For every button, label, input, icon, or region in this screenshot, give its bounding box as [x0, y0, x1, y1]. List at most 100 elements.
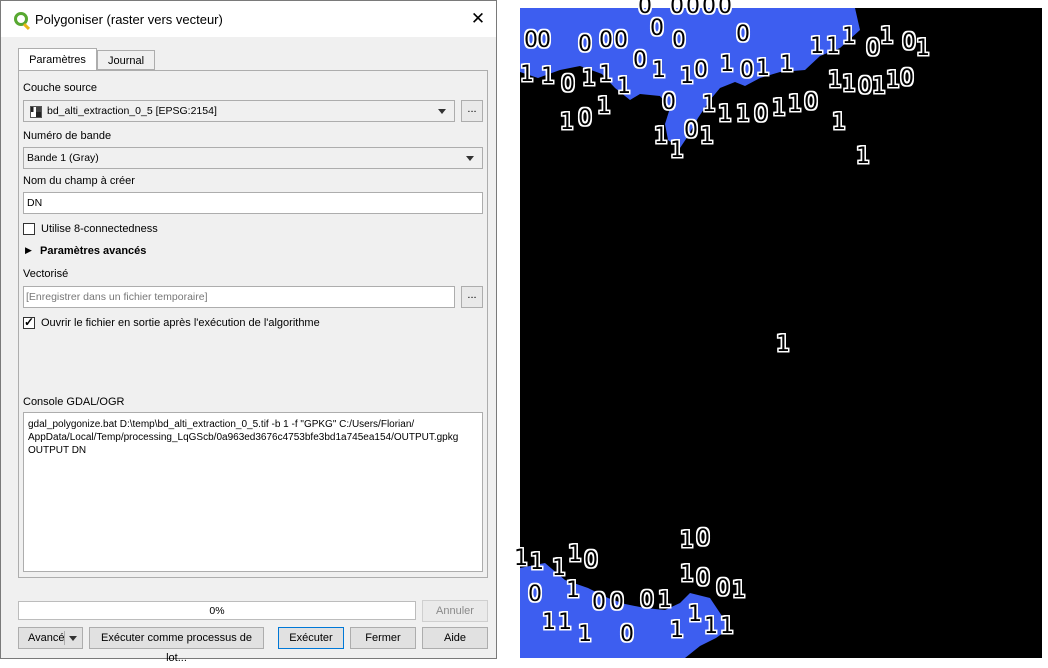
map-label: 1	[680, 562, 694, 587]
map-label: 1	[652, 58, 666, 83]
map-label: 0	[670, 0, 684, 19]
band-select[interactable]: Bande 1 (Gray)	[23, 147, 483, 169]
dialog-title: Polygoniser (raster vers vecteur)	[35, 12, 223, 27]
map-label: 0	[804, 90, 818, 115]
map-label: 0	[528, 582, 542, 607]
tab-parametres[interactable]: Paramètres	[18, 48, 97, 72]
open-output-label: Ouvrir le fichier en sortie après l'exéc…	[41, 317, 320, 329]
map-label: 1	[578, 622, 592, 647]
map-label: 1	[704, 614, 718, 639]
chevron-down-icon	[438, 109, 446, 114]
map-label: 0	[578, 32, 592, 57]
map-label: 0	[620, 622, 634, 647]
raster-layer-icon	[30, 106, 42, 118]
map-label: 0	[633, 48, 647, 73]
map-label: 1	[886, 68, 900, 93]
map-label: 0	[696, 526, 710, 551]
map-label: 0	[592, 590, 606, 615]
polygonise-dialog: Polygoniser (raster vers vecteur) ✕ Para…	[0, 0, 497, 664]
map-label: 0	[640, 588, 654, 613]
map-canvas[interactable]: 0 0 0 0 0 0 0 0 1 0 0 0 0 0 0 1 1 0 1 1 …	[514, 0, 1042, 658]
map-label: 1	[872, 74, 886, 99]
eight-connectedness-checkbox[interactable]	[23, 223, 35, 235]
map-label: 1	[680, 64, 694, 89]
map-label: 0	[662, 90, 676, 115]
vectorized-label: Vectorisé	[23, 268, 69, 280]
map-label: 1	[560, 110, 574, 135]
map-label: 1	[828, 68, 842, 93]
map-label: 0	[638, 0, 652, 19]
map-label: 1	[736, 102, 750, 127]
console-line: AppData/Local/Temp/processing_LqGScb/0a9…	[28, 432, 459, 443]
map-label: 1	[541, 64, 555, 89]
band-value: Bande 1 (Gray)	[27, 152, 99, 164]
map-label: 1	[568, 542, 582, 567]
advanced-parameters-toggle[interactable]: Paramètres avancés	[40, 245, 146, 257]
triangle-right-icon[interactable]: ▶	[25, 245, 32, 256]
source-layer-select[interactable]: bd_alti_extraction_0_5 [EPSG:2154]	[23, 100, 455, 122]
close-icon[interactable]: ✕	[460, 1, 496, 37]
map-label: 0	[524, 28, 538, 53]
map-label: 1	[514, 546, 528, 571]
map-label: 0	[754, 102, 768, 127]
map-label: 0	[716, 576, 730, 601]
map-label: 0	[902, 30, 916, 55]
map-label: 0	[610, 590, 624, 615]
progress-text: 0%	[209, 605, 225, 617]
advanced-button-label: Avancé	[28, 632, 65, 644]
map-label: 1	[530, 550, 544, 575]
map-label: 0	[614, 28, 628, 53]
map-label: 1	[856, 144, 870, 169]
map-label: 1	[670, 138, 684, 163]
run-button[interactable]: Exécuter	[278, 627, 344, 649]
vectorized-output-input[interactable]: [Enregistrer dans un fichier temporaire]	[23, 286, 455, 308]
map-label: 1	[670, 618, 684, 643]
gdal-console[interactable]: gdal_polygonize.bat D:\temp\bd_alti_extr…	[23, 412, 483, 572]
chevron-down-icon	[466, 156, 474, 161]
map-label: 1	[788, 92, 802, 117]
map-label: 1	[566, 578, 580, 603]
map-label: 1	[658, 588, 672, 613]
map-label: 1	[880, 24, 894, 49]
map-label: 1	[520, 62, 534, 87]
source-layer-value: bd_alti_extraction_0_5 [EPSG:2154]	[47, 105, 217, 117]
map-label: 1	[597, 94, 611, 119]
cancel-button[interactable]: Annuler	[422, 600, 488, 622]
map-label: 1	[702, 92, 716, 117]
help-button[interactable]: Aide	[422, 627, 488, 649]
map-label: 0	[686, 0, 700, 19]
map-label: 1	[700, 124, 714, 149]
console-line: gdal_polygonize.bat D:\temp\bd_alti_extr…	[28, 419, 415, 430]
map-label: 1	[599, 62, 613, 87]
field-name-label: Nom du champ à créer	[23, 175, 135, 187]
band-label: Numéro de bande	[23, 130, 112, 142]
console-label: Console GDAL/OGR	[23, 396, 125, 408]
batch-process-button[interactable]: Exécuter comme processus de lot...	[89, 627, 264, 664]
map-label: 1	[780, 52, 794, 77]
source-layer-browse-button[interactable]: ...	[461, 100, 483, 122]
title-bar: Polygoniser (raster vers vecteur) ✕	[1, 1, 496, 37]
map-label: 0	[694, 58, 708, 83]
map-label: 1	[542, 610, 556, 635]
open-output-checkbox[interactable]	[23, 315, 35, 329]
advanced-menu-button[interactable]: Avancé	[18, 627, 83, 649]
tab-journal[interactable]: Journal	[97, 50, 155, 70]
map-label: 0	[584, 548, 598, 573]
map-label: 0	[537, 28, 551, 53]
map-label: 1	[720, 52, 734, 77]
map-label: 1	[582, 66, 596, 91]
separator	[64, 631, 65, 645]
eight-connectedness-label: Utilise 8-connectedness	[41, 223, 158, 235]
chevron-down-icon	[69, 636, 77, 641]
close-button[interactable]: Fermer	[350, 627, 416, 649]
map-label: 0	[736, 22, 750, 47]
qgis-logo-icon	[14, 12, 28, 26]
map-label: 1	[680, 528, 694, 553]
map-label: 1	[732, 578, 746, 603]
vectorized-browse-button[interactable]: ...	[461, 286, 483, 308]
map-label: 1	[832, 110, 846, 135]
map-label: 0	[740, 58, 754, 83]
progress-bar: 0%	[18, 601, 416, 620]
map-label: 1	[842, 72, 856, 97]
field-name-input[interactable]: DN	[23, 192, 483, 214]
